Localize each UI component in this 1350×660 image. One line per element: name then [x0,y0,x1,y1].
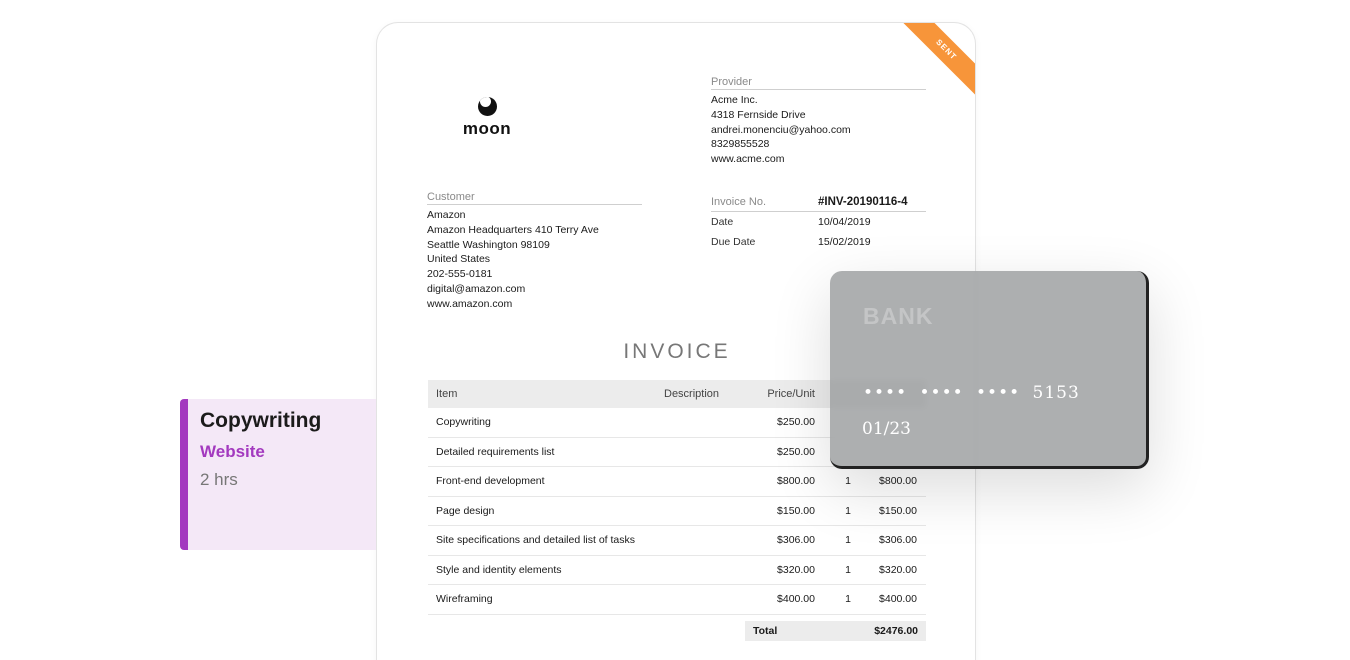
row-item: Site specifications and detailed list of… [436,534,636,547]
customer-line: United States [427,253,491,266]
provider-line: www.acme.com [711,153,785,166]
due-date-value: 15/02/2019 [818,236,871,248]
row-item: Copywriting [436,416,491,429]
customer-block: Customer Amazon Amazon Headquarters 410 … [427,191,642,312]
date-label: Date [711,216,734,228]
table-row: Wireframing $400.00 1 $400.00 [428,585,926,615]
date-value: 10/04/2019 [818,216,871,228]
row-amount: $150.00 [879,504,917,517]
row-price: $320.00 [777,563,815,576]
invoice-number: #INV-20190116-4 [818,196,908,208]
table-row: Site specifications and detailed list of… [428,526,926,556]
row-amount: $320.00 [879,563,917,576]
bank-name: BANK [863,303,934,329]
row-item: Page design [436,504,495,517]
customer-line: 202-555-0181 [427,268,493,281]
total-label: Total [753,625,778,637]
row-qty: 1 [845,534,851,547]
logo-text: moon [462,119,512,138]
total-row: Total $2476.00 [745,621,926,641]
column-price: Price/Unit [767,388,815,400]
column-description: Description [664,388,720,400]
card-number: •••• •••• •••• 5153 [863,383,1080,403]
row-item: Style and identity elements [436,563,562,576]
due-date-label: Due Date [711,236,756,248]
row-amount: $800.00 [879,475,917,488]
row-item: Front-end development [436,475,545,488]
company-logo: moon [459,97,515,139]
customer-line: Seattle Washington 98109 [427,238,550,251]
provider-block: Provider Acme Inc. 4318 Fernside Drive a… [711,76,926,167]
row-price: $250.00 [777,416,815,429]
provider-line: 4318 Fernside Drive [711,108,806,121]
row-price: $150.00 [777,504,815,517]
customer-line: Amazon Headquarters 410 Terry Ave [427,223,599,236]
row-qty: 1 [845,563,851,576]
task-card[interactable]: Copywriting Website 2 hrs [180,399,376,550]
table-row: Style and identity elements $320.00 1 $3… [428,556,926,585]
task-duration: 2 hrs [200,470,238,489]
invoice-number-row: Invoice No. #INV-20190116-4 [711,193,926,212]
task-project: Website [200,442,265,461]
table-row: Page design $150.00 1 $150.00 [428,497,926,526]
task-title: Copywriting [200,409,322,432]
date-row: Date 10/04/2019 [711,212,926,232]
provider-line: 8329855528 [711,138,770,151]
card-expiry: 01/23 [862,419,911,439]
moon-logo-icon [477,97,497,116]
row-qty: 1 [845,593,851,606]
row-price: $400.00 [777,593,815,606]
row-price: $306.00 [777,534,815,547]
column-item: Item [436,388,458,400]
provider-line: Acme Inc. [711,94,758,106]
row-amount: $306.00 [879,534,917,547]
row-price: $800.00 [777,475,815,488]
row-qty: 1 [845,475,851,488]
customer-line: www.amazon.com [427,297,513,310]
provider-label: Provider [711,76,926,90]
invoice-meta: Invoice No. #INV-20190116-4 Date 10/04/2… [711,193,926,252]
row-amount: $400.00 [879,593,917,606]
customer-line: Amazon [427,209,466,221]
table-row: Front-end development $800.00 1 $800.00 [428,467,926,497]
row-qty: 1 [845,504,851,517]
invoice-number-label: Invoice No. [711,196,767,208]
customer-line: digital@amazon.com [427,282,526,295]
row-item: Detailed requirements list [436,445,555,458]
provider-line: andrei.monenciu@yahoo.com [711,123,851,136]
customer-label: Customer [427,191,642,205]
total-amount: $2476.00 [874,625,918,637]
row-item: Wireframing [436,593,493,606]
bank-card[interactable]: BANK •••• •••• •••• 5153 01/23 [830,271,1149,469]
due-date-row: Due Date 15/02/2019 [711,232,926,252]
row-price: $250.00 [777,445,815,458]
